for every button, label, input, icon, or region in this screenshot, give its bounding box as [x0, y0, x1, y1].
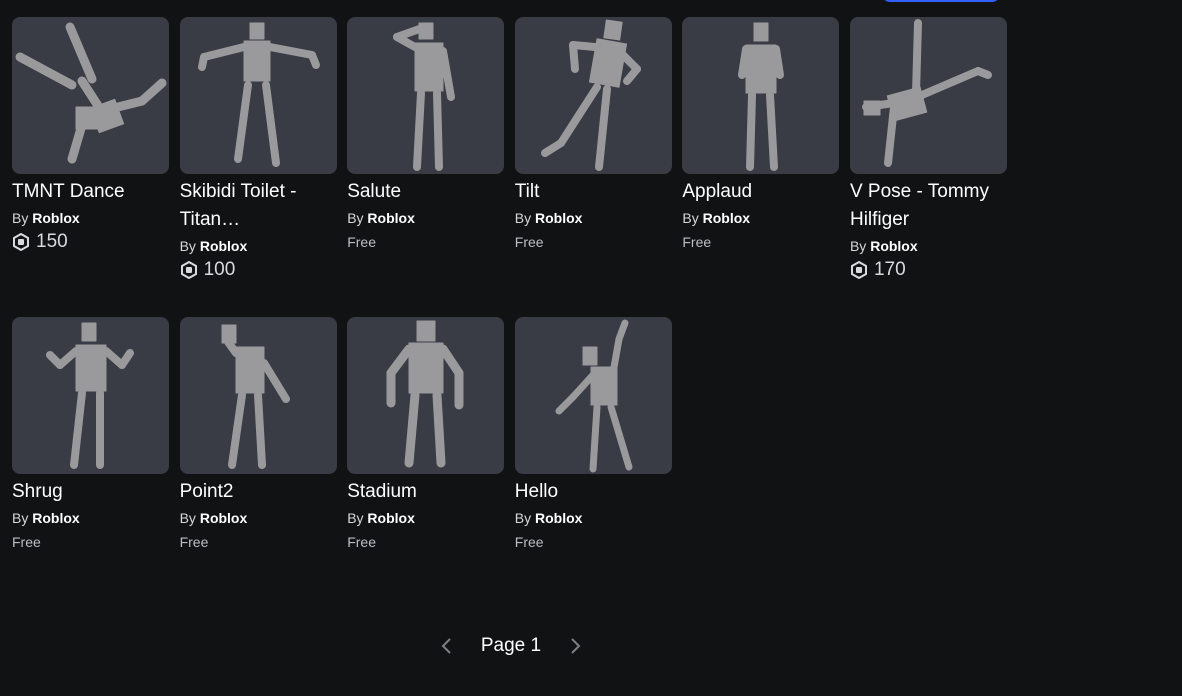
item-thumbnail[interactable]	[849, 17, 1007, 174]
item-price: Free	[347, 234, 376, 250]
item-name[interactable]: Salute	[347, 178, 504, 206]
chevron-right-icon	[571, 638, 581, 654]
item-card[interactable]: Hello By Roblox Free	[514, 317, 672, 617]
item-creator: By Roblox	[12, 510, 80, 526]
item-card[interactable]: Skibidi Toilet - Titan… By Roblox 100	[179, 17, 337, 317]
item-creator: By Roblox	[347, 510, 415, 526]
emote-figure-icon	[221, 324, 290, 469]
creator-link[interactable]: Roblox	[870, 238, 917, 254]
item-creator: By Roblox	[179, 510, 248, 526]
item-thumbnail[interactable]	[179, 317, 337, 474]
item-price: Free	[12, 534, 41, 550]
previous-page-button[interactable]	[436, 635, 458, 657]
item-card[interactable]: Stadium By Roblox Free	[347, 317, 505, 617]
item-thumbnail[interactable]	[12, 317, 169, 474]
item-thumbnail[interactable]	[514, 17, 672, 174]
item-card[interactable]: Applaud By Roblox Free	[682, 17, 840, 317]
item-creator: By Roblox	[12, 210, 80, 226]
creator-link[interactable]: Roblox	[535, 210, 582, 226]
item-name[interactable]: Point2	[180, 478, 337, 506]
top-action-button[interactable]	[882, 0, 1000, 2]
emote-figure-icon	[46, 322, 134, 469]
item-thumbnail[interactable]	[12, 17, 169, 174]
item-price: Free	[514, 534, 544, 550]
creator-link[interactable]: Roblox	[200, 510, 247, 526]
emote-figure-icon	[197, 22, 320, 167]
item-creator: By Roblox	[849, 238, 918, 254]
creator-link[interactable]: Roblox	[200, 238, 247, 254]
item-price: Free	[682, 234, 712, 250]
emote-figure-icon	[540, 19, 641, 171]
item-name[interactable]: Tilt	[515, 178, 672, 206]
item-creator: By Roblox	[682, 210, 751, 226]
item-name[interactable]: Stadium	[347, 478, 504, 506]
item-card[interactable]: Point2 By Roblox Free	[179, 317, 337, 617]
robux-icon	[850, 261, 867, 279]
item-name[interactable]: Shrug	[12, 478, 169, 506]
item-name[interactable]: Skibidi Toilet - Titan…	[180, 178, 337, 234]
next-page-button[interactable]	[564, 635, 586, 657]
emote-grid: TMNT Dance By Roblox 150 Skibidi Toilet …	[12, 17, 1007, 617]
item-card[interactable]: Salute By Roblox Free	[347, 17, 505, 317]
page-label: Page 1	[480, 635, 542, 656]
item-price: Free	[179, 534, 209, 550]
item-price: 150	[12, 231, 169, 253]
pagination: Page 1	[436, 632, 586, 660]
item-name[interactable]: V Pose - Tommy Hilfiger	[850, 178, 1007, 234]
emote-figure-icon	[15, 22, 167, 164]
emote-figure-icon	[555, 319, 633, 473]
item-name[interactable]: TMNT Dance	[12, 178, 169, 206]
item-creator: By Roblox	[514, 510, 583, 526]
item-price: Free	[347, 534, 376, 550]
item-card[interactable]: Tilt By Roblox Free	[514, 17, 672, 317]
creator-link[interactable]: Roblox	[367, 510, 414, 526]
item-card[interactable]: TMNT Dance By Roblox 150	[12, 17, 169, 317]
creator-link[interactable]: Roblox	[703, 210, 750, 226]
item-thumbnail[interactable]	[179, 17, 337, 174]
item-price: Free	[514, 234, 544, 250]
creator-link[interactable]: Roblox	[32, 210, 79, 226]
creator-link[interactable]: Roblox	[367, 210, 414, 226]
item-thumbnail[interactable]	[347, 317, 505, 474]
item-thumbnail[interactable]	[682, 17, 840, 174]
robux-icon	[180, 261, 197, 279]
item-name[interactable]: Hello	[515, 478, 672, 506]
item-card[interactable]: V Pose - Tommy Hilfiger By Roblox 170	[849, 17, 1007, 317]
item-price: 170	[850, 259, 1007, 281]
emote-figure-icon	[386, 320, 464, 468]
item-card[interactable]: Shrug By Roblox Free	[12, 317, 169, 617]
item-creator: By Roblox	[179, 238, 248, 254]
emote-figure-icon	[738, 22, 785, 171]
creator-link[interactable]: Roblox	[32, 510, 79, 526]
item-thumbnail[interactable]	[514, 317, 672, 474]
catalog-page: TMNT Dance By Roblox 150 Skibidi Toilet …	[0, 0, 1182, 696]
item-price: 100	[180, 259, 337, 281]
emote-figure-icon	[861, 19, 992, 167]
item-name[interactable]: Applaud	[682, 178, 839, 206]
chevron-left-icon	[441, 638, 451, 654]
robux-icon	[13, 233, 29, 251]
emote-figure-icon	[393, 22, 456, 171]
creator-link[interactable]: Roblox	[535, 510, 582, 526]
item-creator: By Roblox	[347, 210, 415, 226]
item-thumbnail[interactable]	[347, 17, 505, 174]
item-creator: By Roblox	[514, 210, 583, 226]
